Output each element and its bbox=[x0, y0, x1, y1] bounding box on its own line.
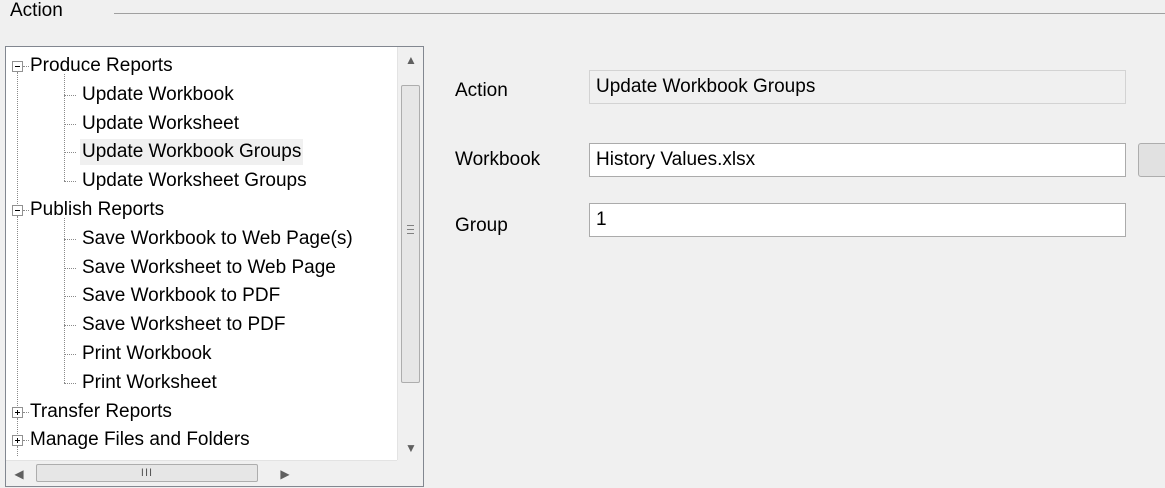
collapse-toggle-icon[interactable] bbox=[12, 61, 23, 72]
tree-connector bbox=[64, 152, 76, 154]
scroll-right-arrow-icon[interactable]: ▶ bbox=[272, 461, 298, 486]
tree-node-print-workbook[interactable]: Print Workbook bbox=[80, 341, 214, 367]
expand-toggle-icon[interactable] bbox=[12, 435, 23, 447]
action-field: Update Workbook Groups bbox=[589, 70, 1126, 104]
tree-connector bbox=[64, 267, 76, 269]
tree-node-update-worksheet-groups[interactable]: Update Worksheet Groups bbox=[80, 168, 309, 194]
tree-content: Produce Reports Update Workbook Update Wor… bbox=[6, 47, 398, 461]
tree-connector bbox=[64, 181, 76, 183]
thumb-grip-line bbox=[407, 233, 414, 234]
tree-connector bbox=[17, 417, 18, 435]
tree-connector bbox=[17, 216, 18, 406]
tree-connector bbox=[64, 94, 76, 96]
workbook-label: Workbook bbox=[455, 149, 541, 170]
browse-workbook-button[interactable] bbox=[1138, 143, 1165, 177]
tree-node-update-workbook-groups[interactable]: Update Workbook Groups bbox=[80, 139, 304, 166]
tree-node-produce-reports[interactable]: Produce Reports bbox=[28, 53, 175, 79]
group-title: Action bbox=[6, 0, 67, 30]
thumb-grip-line bbox=[407, 229, 414, 230]
tree-connector bbox=[64, 354, 76, 355]
tree-node-manage-files-and-folders[interactable]: Manage Files and Folders bbox=[28, 427, 252, 453]
tree-connector bbox=[64, 382, 76, 384]
tree-connector bbox=[64, 123, 76, 125]
workbook-input[interactable]: History Values.xlsx bbox=[589, 143, 1126, 177]
scroll-left-arrow-icon[interactable]: ◀ bbox=[6, 461, 32, 486]
horizontal-scroll-thumb[interactable]: III bbox=[36, 464, 258, 482]
tree-node-save-workbook-to-web-page-s-[interactable]: Save Workbook to Web Page(s) bbox=[80, 226, 355, 252]
tree-connector bbox=[17, 72, 18, 204]
tree-connector bbox=[64, 74, 65, 182]
scroll-corner bbox=[397, 460, 423, 486]
scroll-down-arrow-icon[interactable]: ▼ bbox=[398, 435, 424, 461]
tree-horizontal-scrollbar[interactable]: ◀ III ▶ bbox=[6, 460, 398, 486]
collapse-toggle-icon[interactable] bbox=[12, 205, 23, 216]
tree-connector bbox=[17, 446, 18, 457]
vertical-scroll-thumb[interactable] bbox=[401, 85, 420, 383]
tree-node-save-worksheet-to-pdf[interactable]: Save Worksheet to PDF bbox=[80, 312, 287, 338]
tree-node-publish-reports[interactable]: Publish Reports bbox=[28, 197, 166, 223]
group-divider bbox=[114, 13, 1165, 14]
group-input[interactable]: 1 bbox=[589, 203, 1126, 237]
tree-connector bbox=[64, 296, 76, 298]
action-label: Action bbox=[455, 80, 508, 101]
tree-connector bbox=[64, 325, 76, 327]
tree-node-transfer-reports[interactable]: Transfer Reports bbox=[28, 399, 174, 425]
tree-vertical-scrollbar[interactable]: ▲ ▼ bbox=[397, 47, 423, 461]
tree-node-print-worksheet[interactable]: Print Worksheet bbox=[80, 370, 219, 396]
group-label: Group bbox=[455, 215, 508, 236]
expand-toggle-icon[interactable] bbox=[12, 406, 23, 418]
thumb-grip-line bbox=[407, 225, 414, 226]
action-tree[interactable]: Produce Reports Update Workbook Update Wor… bbox=[5, 46, 424, 487]
tree-node-save-worksheet-to-web-page[interactable]: Save Worksheet to Web Page bbox=[80, 255, 338, 281]
tree-node-update-worksheet[interactable]: Update Worksheet bbox=[80, 111, 241, 137]
scroll-up-arrow-icon[interactable]: ▲ bbox=[398, 47, 424, 73]
tree-connector bbox=[64, 238, 76, 240]
tree-node-update-workbook[interactable]: Update Workbook bbox=[80, 82, 236, 108]
tree-node-save-workbook-to-pdf[interactable]: Save Workbook to PDF bbox=[80, 283, 282, 309]
tree-connector bbox=[64, 218, 65, 383]
